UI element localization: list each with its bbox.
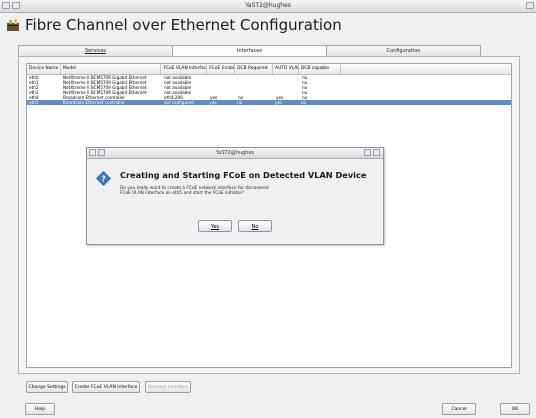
- dialog-minimize-button[interactable]: [364, 149, 371, 156]
- cell: Broadcom Ethernet controller: [62, 100, 125, 105]
- window-close-button[interactable]: [526, 2, 534, 9]
- col-fcoe-vlan-interface[interactable]: FCoE VLAN Interface: [161, 64, 208, 74]
- window-title: YaST2@hughes: [245, 2, 291, 9]
- cell-filler: [341, 100, 511, 105]
- dialog-message: Do you really want to create a FCoE netw…: [120, 186, 269, 197]
- yes-button[interactable]: Yes: [198, 220, 232, 232]
- col-dcb-capable[interactable]: DCB capable: [299, 64, 341, 74]
- ok-button[interactable]: OK: [500, 403, 530, 415]
- yes-label: Yes: [210, 224, 220, 230]
- confirm-dialog: YaST2@hughes ? Creating and Starting FCo…: [86, 147, 384, 245]
- page-title: Fibre Channel over Ethernet Configuratio…: [25, 16, 342, 34]
- col-device-name[interactable]: Device Name: [27, 64, 61, 74]
- cell: eth5: [29, 100, 39, 105]
- dialog-close-button[interactable]: [373, 149, 380, 156]
- cell: yes: [209, 100, 217, 105]
- question-icon: ?: [96, 171, 111, 186]
- create-fcoe-vlan-button[interactable]: Create FCoE VLAN Interface: [72, 381, 140, 393]
- cell: not configured: [163, 100, 194, 105]
- svg-text:?: ?: [101, 175, 106, 184]
- fcoe-icon: [7, 19, 19, 31]
- no-button[interactable]: No: [238, 220, 272, 232]
- window-titlebar: YaST2@hughes: [0, 0, 536, 13]
- dialog-heading: Creating and Starting FCoE on Detected V…: [120, 170, 367, 180]
- col-filler: [341, 64, 511, 74]
- tab-bar: Services Interfaces Configuration: [18, 45, 481, 56]
- tab-configuration[interactable]: Configuration: [326, 45, 481, 56]
- dialog-titlebar: YaST2@hughes: [87, 148, 383, 159]
- cancel-button[interactable]: Cancel: [442, 403, 476, 415]
- cell: no: [237, 100, 243, 105]
- col-dcb-required[interactable]: DCB Required: [235, 64, 273, 74]
- help-button[interactable]: Help: [25, 403, 55, 415]
- col-fcoe-enable[interactable]: FCoE Enable: [207, 64, 236, 74]
- page-heading: Fibre Channel over Ethernet Configuratio…: [6, 14, 342, 36]
- tab-interfaces[interactable]: Interfaces: [172, 45, 327, 56]
- cell: no: [300, 100, 307, 105]
- change-settings-button[interactable]: Change Settings: [26, 381, 68, 393]
- table-row-selected[interactable]: eth5 Broadcom Ethernet controller not conf…: [27, 100, 511, 105]
- dialog-window-title: YaST2@hughes: [215, 150, 255, 156]
- tab-services[interactable]: Services: [18, 45, 173, 56]
- cell: yes: [274, 100, 283, 105]
- remove-interface-button[interactable]: Remove Interface: [145, 381, 191, 393]
- table-header: Device Name Model FCoE VLAN Interface FC…: [27, 64, 511, 75]
- col-model[interactable]: Model: [61, 64, 162, 74]
- col-auto-vlan[interactable]: AUTO VLAN: [273, 64, 299, 74]
- no-label: No: [251, 224, 259, 230]
